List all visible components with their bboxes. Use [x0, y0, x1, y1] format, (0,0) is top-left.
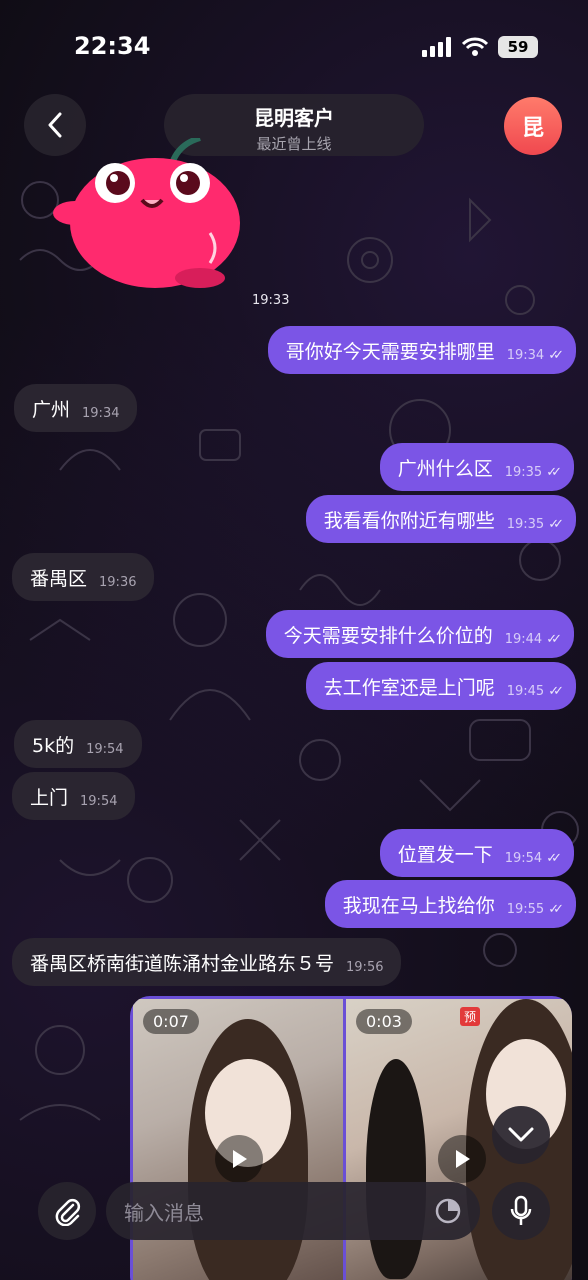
message-time: 19:35 [506, 516, 545, 532]
double-check-icon: ✓✓ [546, 464, 562, 480]
sticker-icon [435, 1198, 461, 1224]
double-check-icon: ✓✓ [548, 516, 564, 532]
message-bubble-outgoing[interactable]: 今天需要安排什么价位的 19:44 ✓✓ [265, 610, 574, 658]
sticker-button[interactable] [432, 1195, 464, 1227]
battery-indicator: 59 [498, 36, 538, 58]
play-icon [233, 1150, 247, 1168]
play-button[interactable] [215, 1135, 263, 1183]
sticker-timestamp: 19:33 [252, 293, 290, 308]
wifi-icon [462, 37, 488, 56]
video-badge: 预 [459, 1007, 480, 1026]
message-time: 19:45 [506, 683, 545, 699]
status-time: 22:34 [74, 32, 151, 60]
message-time: 19:54 [504, 850, 543, 866]
paperclip-icon [55, 1198, 81, 1226]
message-time: 19:44 [504, 631, 543, 647]
message-time: 19:35 [504, 464, 543, 480]
message-time: 19:56 [346, 959, 384, 975]
message-time: 19:54 [80, 793, 118, 809]
microphone-icon [510, 1195, 532, 1225]
message-bubble-incoming[interactable]: 番禺区 19:36 [12, 553, 155, 601]
message-text: 广州什么区 [397, 457, 493, 480]
message-bubble-outgoing[interactable]: 位置发一下 19:54 ✓✓ [379, 829, 574, 877]
message-text: 上门 [30, 786, 69, 809]
chat-screen: 22:34 59 昆明客户 最近曾上线 昆 19:33 哥你好今天需要安排哪里 … [0, 0, 588, 1280]
video-duration: 0:03 [356, 1009, 412, 1034]
message-text: 哥你好今天需要安排哪里 [285, 340, 495, 363]
chat-title: 昆明客户 [254, 106, 334, 130]
message-bubble-outgoing[interactable]: 广州什么区 19:35 ✓✓ [379, 443, 574, 491]
cherry-sticker [53, 138, 240, 288]
message-time: 19:36 [99, 574, 137, 590]
message-bubble-outgoing[interactable]: 去工作室还是上门呢 19:45 ✓✓ [305, 662, 576, 710]
message-bubble-outgoing[interactable]: 哥你好今天需要安排哪里 19:34 ✓✓ [267, 326, 576, 374]
double-check-icon: ✓✓ [548, 901, 564, 917]
message-text: 番禺区 [30, 567, 88, 590]
chevron-left-icon [48, 112, 62, 138]
message-text: 位置发一下 [397, 843, 493, 866]
voice-record-button[interactable] [492, 1182, 550, 1240]
message-bubble-outgoing[interactable]: 我看看你附近有哪些 19:35 ✓✓ [305, 495, 576, 543]
message-time: 19:34 [506, 347, 545, 363]
double-check-icon: ✓✓ [548, 683, 564, 699]
play-button[interactable] [438, 1135, 486, 1183]
message-input-placeholder: 输入消息 [124, 1200, 204, 1225]
message-bubble-incoming[interactable]: 番禺区桥南街道陈涌村金业路东５号 19:56 [12, 938, 402, 986]
message-time: 19:34 [82, 405, 120, 421]
video-duration: 0:07 [143, 1009, 199, 1034]
message-text: 我现在马上找给你 [342, 894, 495, 917]
message-time: 19:54 [86, 741, 124, 757]
message-bubble-incoming[interactable]: 5k的 19:54 [14, 720, 142, 768]
message-text: 去工作室还是上门呢 [323, 676, 495, 699]
play-icon [456, 1150, 470, 1168]
contact-avatar[interactable]: 昆 [504, 97, 562, 155]
message-time: 19:55 [506, 901, 545, 917]
double-check-icon: ✓✓ [548, 347, 564, 363]
message-input[interactable]: 输入消息 [106, 1182, 480, 1240]
status-icons: 59 [422, 36, 538, 58]
message-text: 广州 [32, 398, 71, 421]
chevron-down-icon [508, 1127, 534, 1142]
double-check-icon: ✓✓ [546, 850, 562, 866]
attach-button[interactable] [38, 1182, 96, 1240]
message-text: 5k的 [32, 734, 75, 757]
message-text: 我看看你附近有哪些 [323, 509, 495, 532]
scroll-to-bottom-button[interactable] [492, 1106, 550, 1164]
video-figure-hair [366, 1059, 426, 1279]
message-bubble-incoming[interactable]: 上门 19:54 [12, 772, 136, 820]
message-bubble-incoming[interactable]: 广州 19:34 [14, 384, 138, 432]
double-check-icon: ✓✓ [546, 631, 562, 647]
message-text: 番禺区桥南街道陈涌村金业路东５号 [30, 952, 335, 975]
cellular-signal-icon [422, 37, 451, 57]
message-text: 今天需要安排什么价位的 [283, 624, 493, 647]
message-bubble-outgoing[interactable]: 我现在马上找给你 19:55 ✓✓ [324, 880, 576, 928]
status-bar: 22:34 59 [0, 0, 588, 90]
